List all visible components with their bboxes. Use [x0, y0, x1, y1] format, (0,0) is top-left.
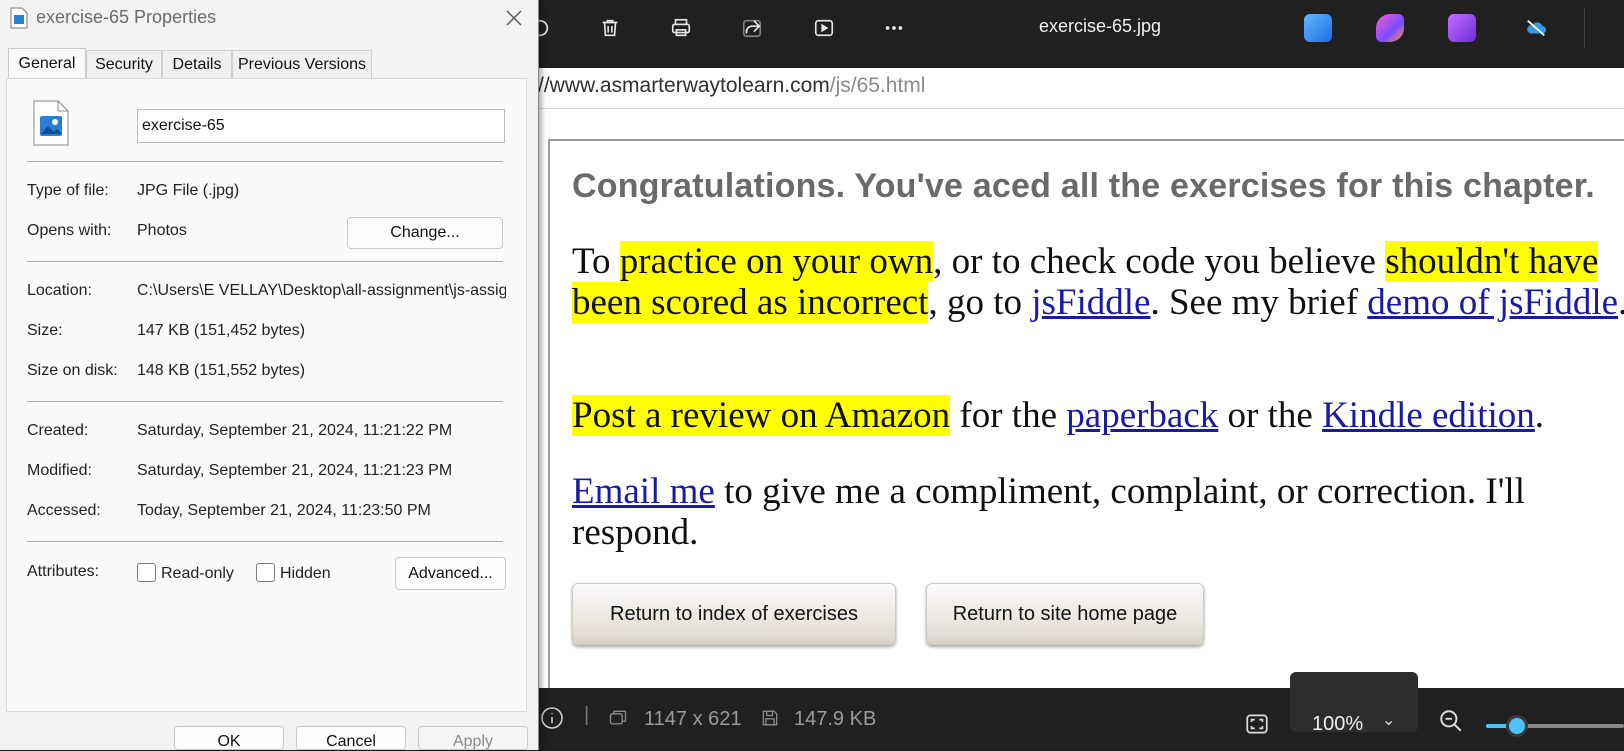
- text-span: .: [1618, 282, 1624, 323]
- file-type-icon: [33, 100, 69, 151]
- fit-to-window-icon[interactable]: [1244, 711, 1270, 742]
- hidden-label: Hidden: [280, 565, 331, 582]
- more-icon[interactable]: [876, 12, 912, 44]
- readonly-label: Read-only: [161, 565, 234, 582]
- image-dimensions: 1147 x 621: [644, 708, 742, 730]
- hidden-checkbox[interactable]: [256, 563, 275, 582]
- accessed-label: Accessed:: [27, 502, 101, 519]
- dimensions-icon: [608, 708, 628, 728]
- delete-icon[interactable]: [592, 12, 628, 44]
- tab-general[interactable]: General: [8, 48, 86, 78]
- modified-label: Modified:: [27, 462, 92, 479]
- text-span: for the: [950, 395, 1067, 436]
- viewer-file-title: exercise-65.jpg: [1038, 16, 1162, 36]
- advanced-button[interactable]: Advanced...: [395, 557, 506, 590]
- photo-editor-icon[interactable]: [1304, 14, 1332, 42]
- size-value: 147 KB (151,452 bytes): [137, 322, 306, 339]
- accessed-value: Today, September 21, 2024, 11:23:50 PM: [137, 502, 431, 519]
- highlighted-text: practice on your own: [619, 241, 934, 282]
- attributes-label: Attributes:: [27, 563, 100, 580]
- url-host: //www.asmarterwaytolearn.com: [538, 74, 830, 97]
- share-icon[interactable]: [734, 12, 770, 44]
- ok-button[interactable]: OK: [174, 726, 284, 750]
- opens-with-label: Opens with:: [27, 222, 112, 239]
- text-span: or the: [1218, 395, 1323, 436]
- change-button[interactable]: Change...: [347, 217, 503, 249]
- size-on-disk-value: 148 KB (151,552 bytes): [137, 362, 306, 379]
- dialog-title: exercise-65 Properties: [36, 7, 217, 27]
- jsfiddle-link: jsFiddle: [1031, 282, 1151, 323]
- email-paragraph: Email me to give me a compliment, compla…: [572, 471, 1624, 553]
- tab-details[interactable]: Details: [162, 50, 232, 78]
- location-value: C:\Users\E VELLAY\Desktop\all-assignment…: [137, 282, 506, 299]
- text-span: .: [1534, 395, 1545, 436]
- divider: [27, 161, 503, 162]
- cancel-button[interactable]: Cancel: [296, 726, 406, 750]
- general-panel: [6, 78, 527, 712]
- screenshot-url: //www.asmarterwaytolearn.com/js/65.html: [538, 74, 925, 98]
- tab-security[interactable]: Security: [86, 50, 162, 78]
- return-index-button-image: Return to index of exercises: [572, 583, 896, 645]
- review-paragraph: Post a review on Amazon for the paperbac…: [572, 395, 1624, 436]
- file-name-input[interactable]: [137, 109, 505, 143]
- apply-button[interactable]: Apply: [418, 726, 528, 750]
- divider: [27, 401, 503, 402]
- zoom-out-icon[interactable]: [1438, 708, 1464, 739]
- status-divider: |: [584, 704, 590, 726]
- divider: [27, 541, 503, 542]
- tab-previous-versions[interactable]: Previous Versions: [232, 50, 372, 78]
- location-label: Location:: [27, 282, 92, 299]
- practice-paragraph: To practice on your own, or to check cod…: [572, 241, 1624, 323]
- onedrive-off-icon[interactable]: [1518, 12, 1554, 44]
- created-label: Created:: [27, 422, 89, 439]
- zoom-value: 100%: [1312, 713, 1364, 735]
- text-span: to give me a compliment, complaint, or c…: [572, 471, 1525, 553]
- email-link: Email me: [572, 471, 715, 512]
- text-span: To: [572, 241, 620, 282]
- print-icon[interactable]: [663, 12, 699, 44]
- url-path: /js/65.html: [829, 74, 926, 97]
- text-span: . See my brief: [1150, 282, 1368, 323]
- clipchamp-icon[interactable]: [1448, 14, 1476, 42]
- chevron-down-icon: ⌄: [1382, 712, 1396, 729]
- divider: [27, 261, 503, 262]
- readonly-checkbox[interactable]: [137, 563, 156, 582]
- image-file-icon: [10, 7, 28, 34]
- return-home-button-image: Return to site home page: [926, 583, 1204, 645]
- size-label: Size:: [27, 322, 63, 339]
- zoom-slider-thumb[interactable]: [1506, 715, 1528, 737]
- info-icon[interactable]: [540, 706, 564, 730]
- text-span: , go to: [928, 282, 1032, 323]
- paperback-link: paperback: [1066, 395, 1219, 436]
- designer-icon[interactable]: [1376, 14, 1404, 42]
- screenshot-page: Congratulations. You've aced all the exe…: [548, 139, 1624, 688]
- demo-jsfiddle-link: demo of jsFiddle: [1367, 282, 1619, 323]
- type-value: JPG File (.jpg): [137, 182, 240, 199]
- slideshow-icon[interactable]: [806, 12, 842, 44]
- created-value: Saturday, September 21, 2024, 11:21:22 P…: [137, 422, 453, 439]
- size-on-disk-label: Size on disk:: [27, 362, 118, 379]
- highlighted-text: Post a review on Amazon: [572, 395, 951, 436]
- toolbar-separator: [1584, 8, 1585, 48]
- file-size: 147.9 KB: [794, 708, 877, 730]
- save-icon: [760, 708, 780, 728]
- close-icon[interactable]: [502, 6, 526, 30]
- properties-dialog: exercise-65 Properties General Security …: [0, 0, 539, 750]
- modified-value: Saturday, September 21, 2024, 11:21:23 P…: [137, 462, 453, 479]
- congrats-heading: Congratulations. You've aced all the exe…: [572, 167, 1595, 205]
- text-span: , or to check code you believe: [933, 241, 1386, 282]
- type-label: Type of file:: [27, 182, 109, 199]
- kindle-link: Kindle edition: [1322, 395, 1535, 436]
- opens-with-value: Photos: [137, 222, 187, 239]
